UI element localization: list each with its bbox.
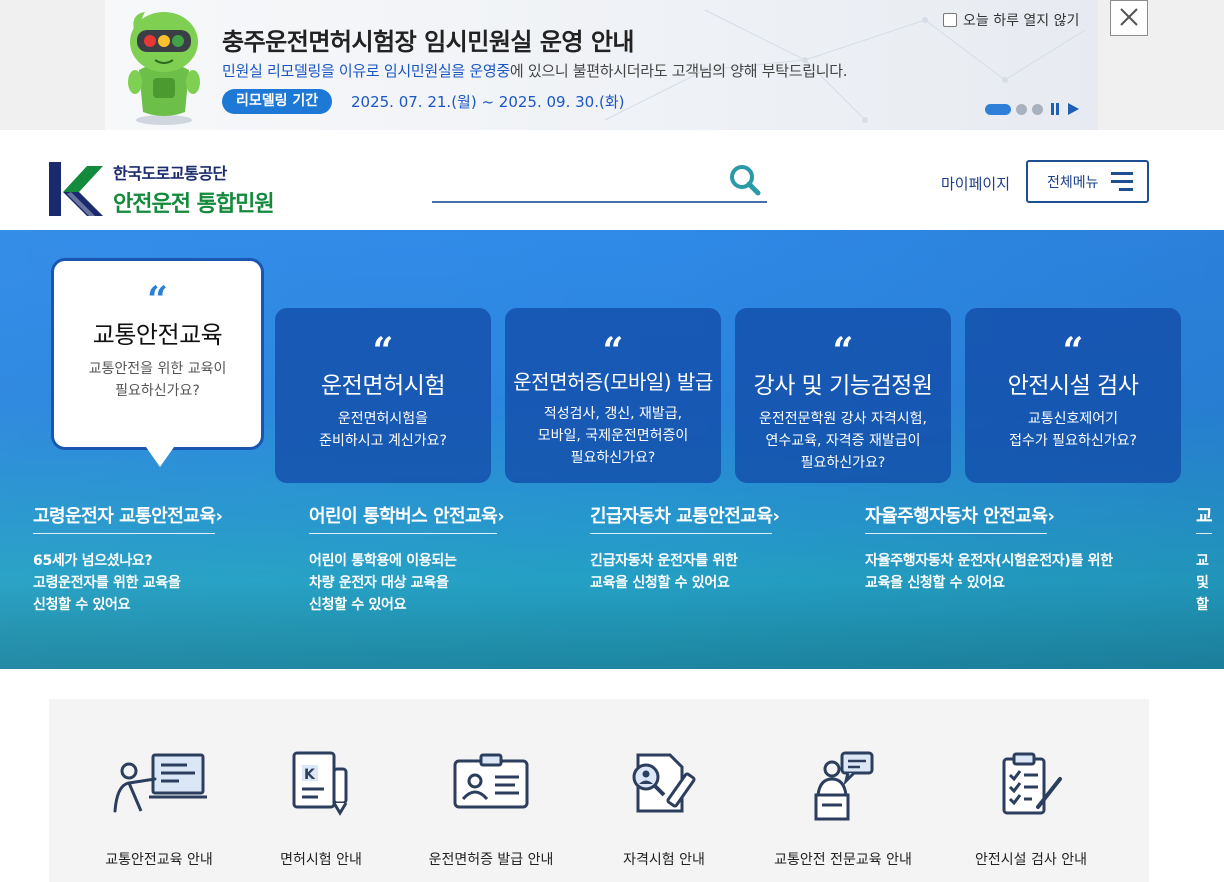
hero-sub-desc: 65세가 넘으셨나요? 고령운전자를 위한 교육을 신청할 수 있어요 [33, 553, 181, 613]
chevron-right-icon: › [772, 506, 780, 527]
quote-icon: “ [602, 330, 624, 372]
lecturer-icon [814, 751, 874, 821]
popup-description-highlight: 민원실 리모델링을 이유로 임시민원실을 운영중 [222, 62, 510, 80]
notice-popup[interactable]: 충주운전면허시험장 임시민원실 운영 안내 민원실 리모델링을 이유로 임시민원… [105, 0, 1098, 130]
hero-card-desc: 적성검사, 갱신, 재발급, 모바일, 국제운전면허증이 필요하신가요? [537, 406, 689, 466]
hero-sub-desc: 자율주행자동차 운전자(시험운전자)를 위한 교육을 신청할 수 있어요 [865, 553, 1113, 591]
hero-sub-title: 고령운전자 교통안전교육 [33, 502, 216, 534]
quick-link-license-issuance[interactable]: 운전면허증 발급 안내 [391, 751, 591, 869]
hero-card-traffic-education[interactable]: “ 교통안전교육 교통안전을 위한 교육이 필요하신가요? [51, 258, 264, 467]
quote-icon: “ [147, 279, 168, 321]
hero-sub-desc: 어린이 통학용에 이용되는 차량 운전자 대상 교육을 신청할 수 있어요 [309, 553, 457, 613]
quote-icon: “ [372, 330, 394, 372]
chevron-right-icon: › [215, 506, 223, 527]
id-card-icon [453, 753, 529, 809]
hero-card-desc: 교통신호제어기 접수가 필요하신가요? [1009, 411, 1137, 449]
popup-description: 민원실 리모델링을 이유로 임시민원실을 운영중에 있으니 불편하시더라도 고객… [222, 60, 847, 81]
popup-title: 충주운전면허시험장 임시민원실 운영 안내 [222, 28, 635, 56]
hero-sub-title: 어린이 통학버스 안전교육 [309, 502, 498, 534]
chevron-right-icon: › [1047, 506, 1055, 527]
hero-card-title: 교통안전교육 [92, 321, 223, 349]
close-today-label: 오늘 하루 열지 않기 [963, 13, 1080, 29]
koroad-logo-icon [49, 162, 103, 216]
license-pen-icon: K [292, 751, 348, 816]
checklist-icon [1002, 752, 1062, 815]
hero-sub-title: 교 [1196, 502, 1213, 534]
hero-card-license-exam[interactable]: “ 운전면허시험 운전면허시험을 준비하시고 계신가요? [275, 308, 491, 483]
hero-sub-desc: 교 및 할 [1196, 553, 1209, 613]
notice-popup-zone: 충주운전면허시험장 임시민원실 운영 안내 민원실 리모델링을 이유로 임시민원… [0, 0, 1224, 130]
all-menu-button[interactable]: 전체메뉴 [1026, 160, 1149, 203]
document-search-icon [632, 753, 696, 813]
play-icon[interactable] [1068, 103, 1079, 115]
traffic-light-mascot-icon [128, 12, 200, 125]
quick-link-label: 교통안전 전문교육 안내 [774, 852, 912, 868]
search-icon [730, 165, 761, 196]
quick-links: 교통안전교육 안내 K 면허시험 안내 운전면허증 발급 안내 자격시험 안내 … [49, 699, 1149, 882]
hero-card-instructor[interactable]: “ 강사 및 기능검정원 운전전문학원 강사 자격시험, 연수교육, 자격증 재… [735, 308, 951, 483]
period-badge: 리모델링 기간 [222, 89, 333, 114]
hero-sub-school-bus[interactable]: 어린이 통학버스 안전교육› 어린이 통학용에 이용되는 차량 운전자 대상 교… [309, 502, 505, 616]
hero-sub-title: 자율주행자동차 안전교육 [865, 502, 1048, 534]
popup-close-button[interactable] [1110, 0, 1148, 36]
hero-card-desc: 운전전문학원 강사 자격시험, 연수교육, 자격증 재발급이 필요하신가요? [759, 411, 927, 471]
search-bar [432, 160, 767, 203]
hero-card-title: 안전시설 검사 [1007, 373, 1139, 399]
hero-sub-emergency-vehicle[interactable]: 긴급자동차 교통안전교육› 긴급자동차 운전자를 위한 교육을 신청할 수 있어… [590, 502, 780, 594]
quick-link-qualification-exam[interactable]: 자격시험 안내 [564, 751, 764, 869]
quick-link-label: 안전시설 검사 안내 [975, 852, 1087, 868]
pause-icon[interactable] [1051, 103, 1059, 115]
quick-link-label: 자격시험 안내 [623, 852, 705, 868]
service-name: 안전운전 통합민원 [113, 192, 275, 217]
quote-icon: “ [1062, 330, 1084, 372]
hero-card-title: 운전면허증(모바일) 발급 [513, 370, 713, 394]
svg-text:K: K [304, 767, 316, 783]
speech-tail [146, 447, 174, 467]
slide-controls [985, 103, 1079, 115]
all-menu-label: 전체메뉴 [1047, 174, 1099, 191]
search-button[interactable] [727, 162, 763, 198]
hero-sub-desc: 긴급자동차 운전자를 위한 교육을 신청할 수 있어요 [590, 553, 738, 591]
hero-sub-elderly-driver[interactable]: 고령운전자 교통안전교육› 65세가 넘으셨나요? 고령운전자를 위한 교육을 … [33, 502, 223, 616]
hero-sub-partial[interactable]: 교 교 및 할 [1196, 502, 1213, 616]
hero-sub-title: 긴급자동차 교통안전교육 [590, 502, 773, 534]
hero-card-desc: 운전면허시험을 준비하시고 계신가요? [319, 411, 447, 449]
quick-link-label: 운전면허증 발급 안내 [428, 852, 554, 868]
hero-card-license-issuance[interactable]: “ 운전면허증(모바일) 발급 적성검사, 갱신, 재발급, 모바일, 국제운전… [505, 308, 721, 483]
hamburger-icon [1110, 172, 1133, 191]
slide-dot-1[interactable] [985, 103, 1011, 115]
slide-dot-2[interactable] [1016, 103, 1027, 115]
slide-dot-3[interactable] [1032, 103, 1043, 115]
org-name: 한국도로교통공단 [113, 164, 227, 183]
presentation-icon [113, 753, 207, 813]
period-dates: 2025. 07. 21.(월) ~ 2025. 09. 30.(화) [351, 93, 625, 111]
search-input[interactable] [432, 164, 722, 198]
chevron-right-icon: › [497, 506, 505, 527]
hero-section: “ 교통안전교육 교통안전을 위한 교육이 필요하신가요? “ 운전면허시험 운… [0, 230, 1224, 669]
quick-link-safety-inspection[interactable]: 안전시설 검사 안내 [931, 751, 1131, 869]
quote-icon: “ [832, 330, 854, 372]
site-header: 한국도로교통공단 안전운전 통합민원 마이페이지 전체메뉴 [0, 130, 1224, 230]
mypage-link[interactable]: 마이페이지 [941, 173, 1010, 194]
close-today-checkbox[interactable]: 오늘 하루 열지 않기 [943, 10, 1079, 30]
quick-link-professional-education[interactable]: 교통안전 전문교육 안내 [743, 751, 943, 869]
hero-card-title: 운전면허시험 [321, 373, 445, 399]
site-logo[interactable]: 한국도로교통공단 안전운전 통합민원 [49, 160, 275, 218]
hero-card-desc: 교통안전을 위한 교육이 필요하신가요? [88, 361, 227, 399]
hero-sub-autonomous-vehicle[interactable]: 자율주행자동차 안전교육› 자율주행자동차 운전자(시험운전자)를 위한 교육을… [865, 502, 1113, 594]
popup-description-rest: 에 있으니 불편하시더라도 고객님의 양해 부탁드립니다. [509, 62, 848, 80]
hero-card-title: 강사 및 기능검정원 [753, 373, 933, 399]
close-icon [1120, 8, 1138, 26]
checkbox-icon[interactable] [943, 13, 957, 27]
hero-card-safety-facility[interactable]: “ 안전시설 검사 교통신호제어기 접수가 필요하신가요? [965, 308, 1181, 483]
